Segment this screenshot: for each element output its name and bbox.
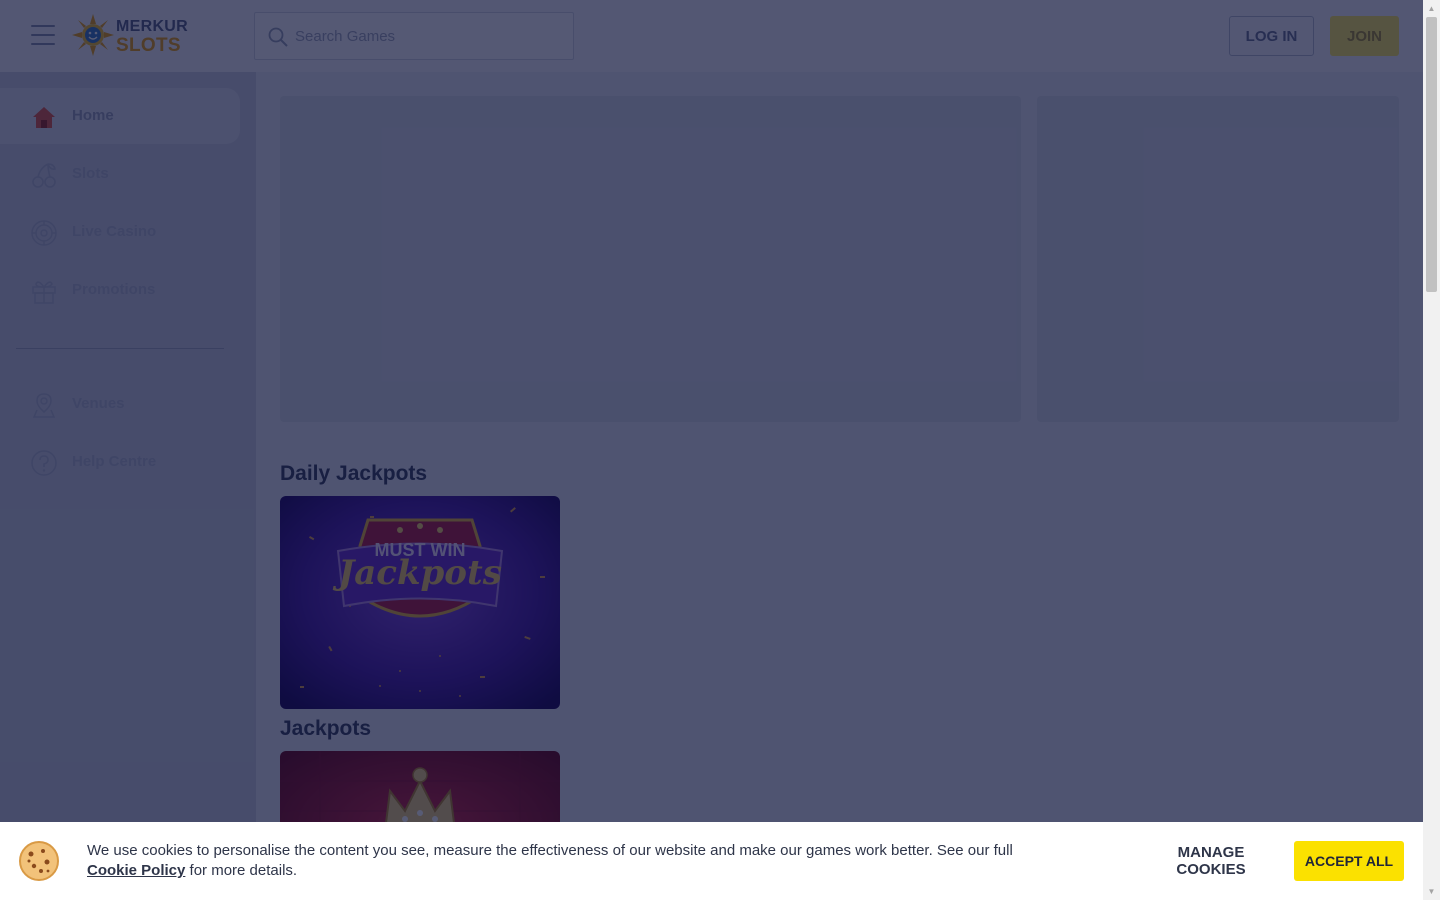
gift-icon <box>32 281 56 304</box>
sidebar-item-label: Home <box>72 107 114 124</box>
home-icon <box>33 107 55 128</box>
sidebar-item-help-centre[interactable]: Help Centre <box>0 434 240 490</box>
sidebar-item-label: Help Centre <box>72 453 157 470</box>
main-content: Daily Jackpots MUST WIN Jackpots Jackpot… <box>256 72 1423 900</box>
menu-icon[interactable] <box>31 25 55 46</box>
join-button[interactable]: JOIN <box>1330 16 1399 56</box>
accept-all-button[interactable]: ACCEPT ALL <box>1294 841 1404 881</box>
cookie-policy-link[interactable]: Cookie Policy <box>87 862 185 879</box>
sidebar-item-slots[interactable]: Slots <box>0 146 240 202</box>
search-icon <box>268 27 288 47</box>
login-button[interactable]: LOG IN <box>1229 16 1314 56</box>
section-title-daily-jackpots: Daily Jackpots <box>280 462 428 485</box>
sidebar-divider <box>16 348 224 349</box>
sidebar-item-venues[interactable]: Venues <box>0 376 240 432</box>
cookie-banner: We use cookies to personalise the conten… <box>0 822 1423 900</box>
sidebar-item-home[interactable]: Home <box>0 88 240 144</box>
page-scrollbar[interactable]: ▲ ▼ <box>1423 0 1440 900</box>
roulette-icon <box>31 220 57 246</box>
map-pin-icon <box>32 393 56 418</box>
sidebar-item-label: Live Casino <box>72 223 157 240</box>
sun-logo-icon <box>72 14 114 56</box>
hero-banner-placeholder[interactable] <box>280 96 1021 422</box>
cookie-text-after: for more details. <box>189 862 298 879</box>
sidebar-nav: Home Slots Live Casino Promotions Venues… <box>0 72 256 900</box>
sidebar-item-label: Venues <box>72 395 125 412</box>
sidebar-item-label: Promotions <box>72 281 156 298</box>
tile-text-line2: Jackpots <box>332 553 502 593</box>
game-thumbnail-image: MUST WIN Jackpots <box>280 496 560 709</box>
game-tile-must-win-jackpots[interactable]: MUST WIN Jackpots <box>280 496 560 709</box>
cookie-text: We use cookies to personalise the conten… <box>87 842 1013 859</box>
cookie-message: We use cookies to personalise the conten… <box>87 841 1097 881</box>
top-header: MERKUR SLOTS LOG IN JOIN <box>0 0 1423 72</box>
scrollbar-thumb[interactable] <box>1426 17 1437 292</box>
scroll-up-arrow-icon[interactable]: ▲ <box>1423 0 1440 17</box>
logo-text-slots: SLOTS <box>116 35 181 56</box>
search-box[interactable] <box>254 12 574 60</box>
side-banner-placeholder[interactable] <box>1037 96 1399 422</box>
manage-cookies-button[interactable]: MANAGE COOKIES <box>1136 840 1286 882</box>
sidebar-item-promotions[interactable]: Promotions <box>0 262 240 318</box>
sidebar-item-label: Slots <box>72 165 109 182</box>
cookie-icon <box>19 841 59 881</box>
section-title-jackpots: Jackpots <box>280 717 372 740</box>
merkur-slots-logo[interactable]: MERKUR SLOTS <box>72 14 189 58</box>
cherries-icon <box>32 163 56 188</box>
scroll-down-arrow-icon[interactable]: ▼ <box>1423 883 1440 900</box>
question-circle-icon <box>31 450 57 476</box>
search-input[interactable] <box>293 13 563 59</box>
logo-text-merkur: MERKUR <box>116 18 189 35</box>
sidebar-item-live-casino[interactable]: Live Casino <box>0 204 240 260</box>
